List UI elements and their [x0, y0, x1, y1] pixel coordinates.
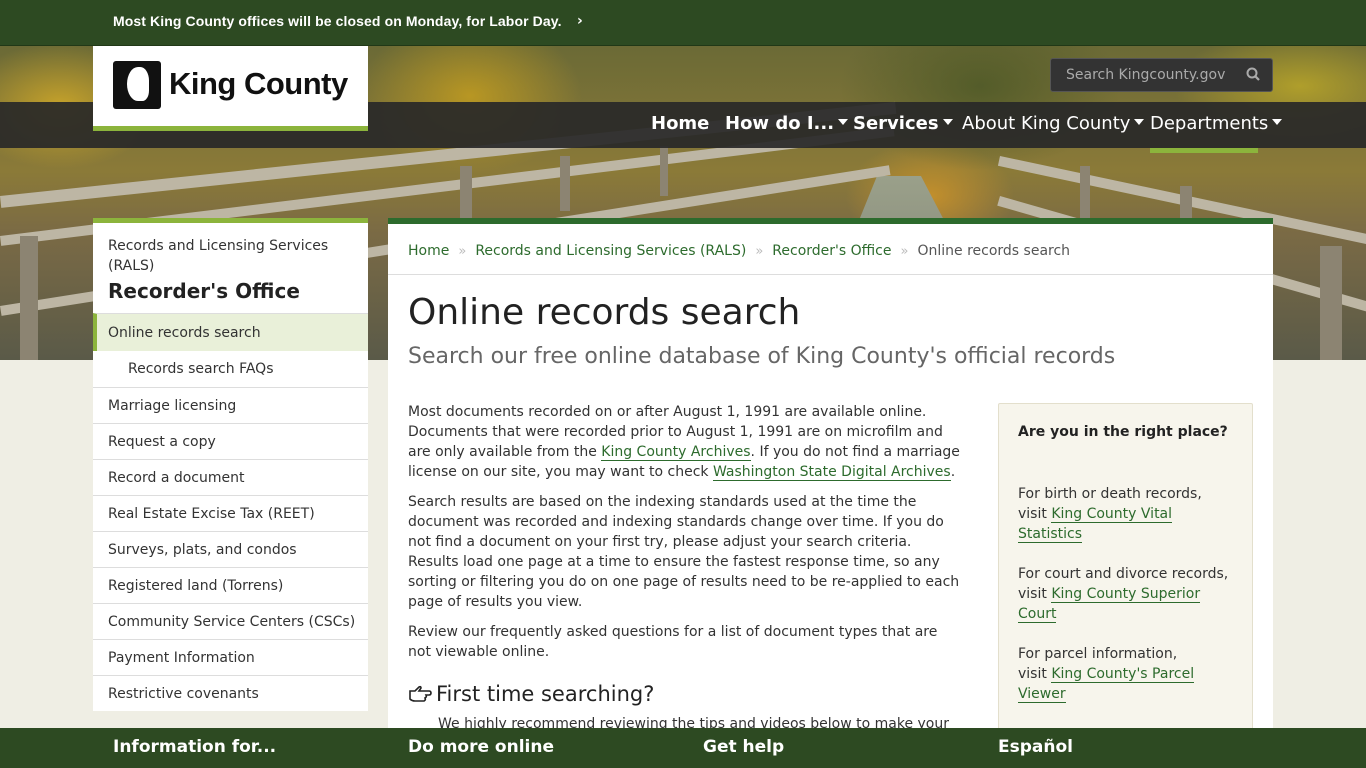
page-title: Online records search: [408, 292, 801, 333]
hero-post: [1320, 246, 1342, 360]
callout-item: For court and divorce records, visit Kin…: [1018, 564, 1238, 624]
alert-message[interactable]: Most King County offices will be closed …: [113, 13, 562, 29]
nav-services[interactable]: Services: [853, 113, 953, 134]
heading-text: First time searching?: [436, 682, 655, 706]
nav-active-underline: [1150, 148, 1258, 153]
sidebar-item-surveys[interactable]: Surveys, plats, and condos: [93, 531, 368, 567]
breadcrumb-rals[interactable]: Records and Licensing Services (RALS): [475, 243, 746, 259]
sidebar-item-restrictive-covenants[interactable]: Restrictive covenants: [93, 675, 368, 711]
hero-post: [460, 166, 472, 226]
caret-down-icon: [942, 119, 953, 125]
breadcrumb: Home » Records and Licensing Services (RAL…: [408, 243, 1070, 259]
caret-down-icon: [1272, 119, 1283, 125]
text: visit: [1018, 506, 1052, 522]
body-text: Most documents recorded on or after Augu…: [408, 402, 961, 672]
footer-get-help[interactable]: Get help: [703, 737, 784, 757]
caret-down-icon: [1134, 119, 1145, 125]
nav-label: How do I...: [725, 113, 835, 134]
text: .: [950, 464, 956, 480]
sidebar-item-online-records-search[interactable]: Online records search: [93, 313, 368, 351]
sidebar-item-reet[interactable]: Real Estate Excise Tax (REET): [93, 495, 368, 531]
sidebar-title[interactable]: Recorder's Office: [93, 276, 368, 313]
alert-banner[interactable]: Most King County offices will be closed …: [0, 0, 1366, 46]
text: visit: [1018, 586, 1052, 602]
sidebar-item-marriage-licensing[interactable]: Marriage licensing: [93, 387, 368, 423]
breadcrumb-separator-icon: »: [755, 244, 764, 259]
breadcrumb-recorders-office[interactable]: Recorder's Office: [772, 243, 891, 259]
chevron-right-icon[interactable]: ›: [577, 13, 583, 29]
king-county-logo[interactable]: King County: [93, 46, 368, 131]
callout-item: For birth or death records, visit King C…: [1018, 484, 1238, 544]
breadcrumb-current: Online records search: [917, 243, 1071, 259]
text: For court and divorce records,: [1018, 566, 1229, 582]
sidebar-item-registered-land[interactable]: Registered land (Torrens): [93, 567, 368, 603]
nav-departments[interactable]: Departments: [1150, 113, 1283, 134]
nav-label: Services: [853, 113, 939, 134]
nav-label: About King County: [962, 113, 1131, 134]
nav-about[interactable]: About King County: [962, 113, 1145, 134]
sidebar-item-payment-info[interactable]: Payment Information: [93, 639, 368, 675]
hero-post: [560, 156, 570, 211]
breadcrumb-separator-icon: »: [458, 244, 467, 259]
link-king-county-archives[interactable]: King County Archives: [601, 444, 751, 461]
hand-point-right-icon: [409, 685, 432, 702]
footer-information-for[interactable]: Information for...: [113, 737, 276, 757]
callout-item: For parcel information, visit King Count…: [1018, 644, 1238, 704]
sidebar-item-request-copy[interactable]: Request a copy: [93, 423, 368, 459]
breadcrumb-separator-icon: »: [900, 244, 909, 259]
site-search: [1050, 58, 1273, 92]
link-washington-digital-archives[interactable]: Washington State Digital Archives: [712, 464, 951, 481]
mlk-logo-icon: [113, 61, 161, 109]
paragraph: Review our frequently asked questions fo…: [408, 624, 938, 660]
first-time-heading: First time searching?: [408, 682, 654, 706]
caret-down-icon: [838, 119, 849, 125]
hero-post: [20, 236, 38, 360]
footer-do-more-online[interactable]: Do more online: [408, 737, 554, 757]
hero-post: [660, 146, 668, 196]
page-subtitle: Search our free online database of King …: [408, 344, 1116, 369]
footer-espanol[interactable]: Español: [998, 737, 1073, 757]
nav-home[interactable]: Home: [651, 113, 709, 134]
text: For parcel information,: [1018, 646, 1178, 662]
sidebar-parent-link[interactable]: Records and Licensing Services (RALS): [93, 223, 368, 276]
text: For birth or death records,: [1018, 486, 1202, 502]
paragraph: Most documents recorded on or after Augu…: [408, 402, 961, 482]
nav-how-do-i[interactable]: How do I...: [725, 113, 849, 134]
sidebar-item-record-document[interactable]: Record a document: [93, 459, 368, 495]
right-place-callout: Are you in the right place? For birth or…: [998, 403, 1253, 763]
logo-text: King County: [169, 66, 348, 101]
hero-post: [1080, 166, 1090, 226]
sidebar-item-records-search-faqs[interactable]: Records search FAQs: [93, 351, 368, 387]
breadcrumb-home[interactable]: Home: [408, 243, 449, 259]
text: visit: [1018, 666, 1052, 682]
main-content: Home » Records and Licensing Services (RAL…: [388, 218, 1273, 763]
sidebar-nav: Records and Licensing Services (RALS) Re…: [93, 218, 368, 711]
nav-label: Departments: [1150, 113, 1269, 134]
search-icon[interactable]: [1246, 67, 1260, 81]
breadcrumb-divider: [388, 274, 1273, 275]
paragraph: Search results are based on the indexing…: [408, 494, 960, 610]
search-input[interactable]: [1051, 59, 1241, 91]
callout-title: Are you in the right place?: [1018, 424, 1228, 440]
footer-bar: Information for... Do more online Get he…: [0, 728, 1366, 768]
sidebar-item-cscs[interactable]: Community Service Centers (CSCs): [93, 603, 368, 639]
